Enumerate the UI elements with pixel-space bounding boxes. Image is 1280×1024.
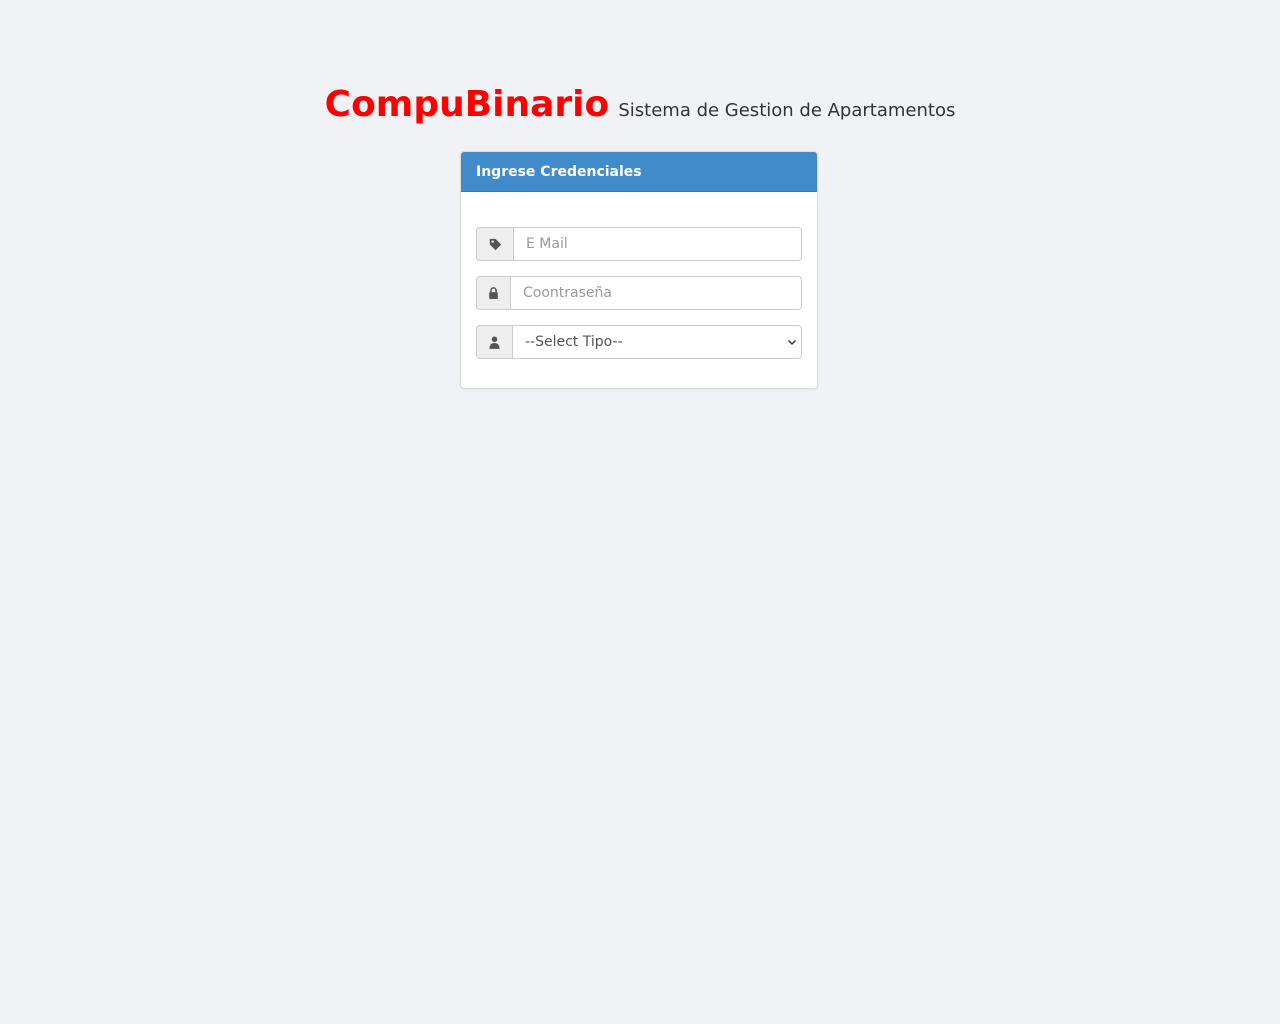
lock-icon [476,276,510,310]
panel-title: Ingrese Credenciales [461,152,817,192]
page-header: CompuBinario Sistema de Gestion de Apart… [0,84,1280,125]
tipo-select-value[interactable]: --Select Tipo-- [512,325,802,359]
email-field[interactable] [513,227,802,261]
tipo-input-group: --Select Tipo-- [476,325,802,359]
tipo-select[interactable]: --Select Tipo-- [512,325,802,359]
login-panel: Ingrese Credenciales E Mail --Select Tip… [460,151,818,389]
password-input-group [476,276,802,310]
tag-icon [476,227,513,261]
chevron-down-icon [786,336,798,348]
user-icon [476,325,512,359]
login-form: --Select Tipo-- [461,192,817,359]
password-field[interactable] [510,276,802,310]
brand-title: CompuBinario [324,84,610,125]
email-input-group [476,227,802,261]
page-subtitle: Sistema de Gestion de Apartamentos [618,100,956,121]
